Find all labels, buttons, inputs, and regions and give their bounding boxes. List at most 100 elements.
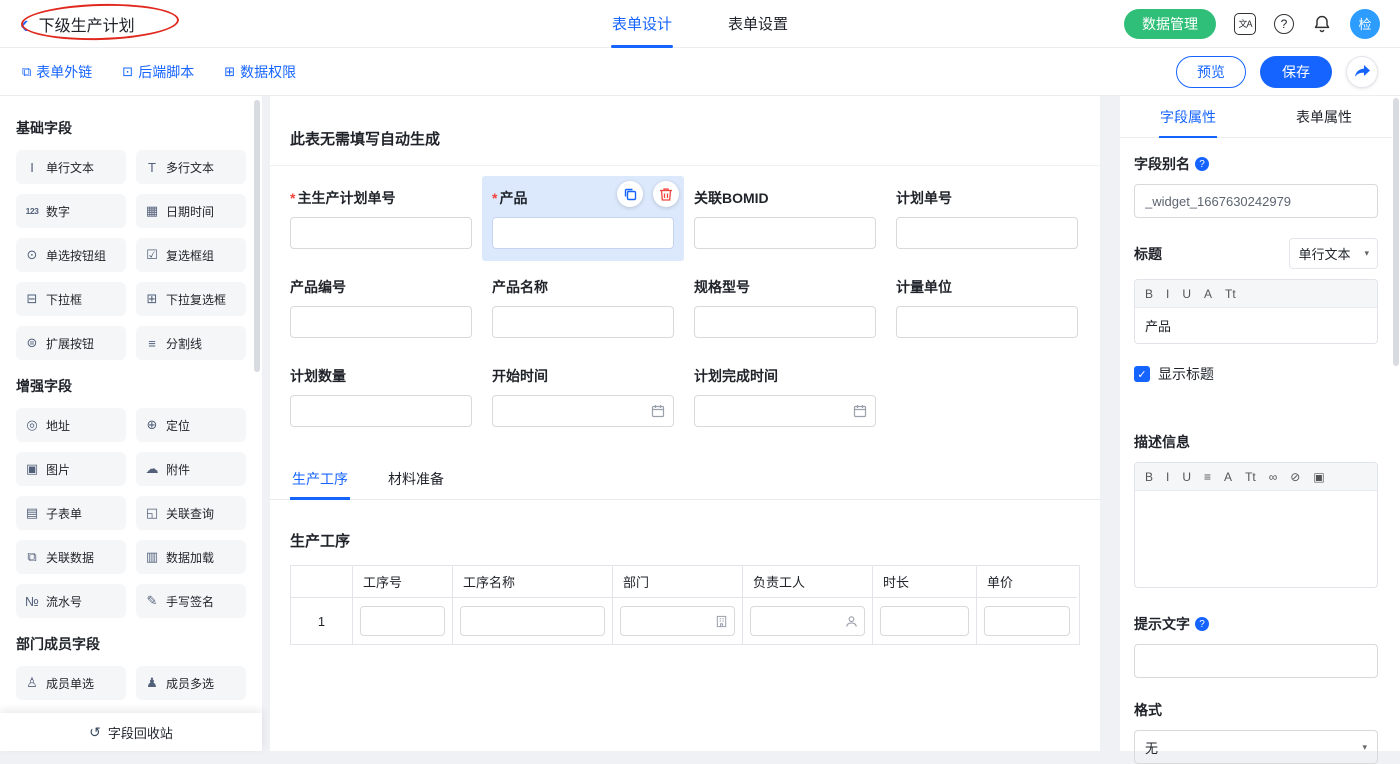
tab-material-prep[interactable]: 材料准备 xyxy=(386,461,446,499)
delete-field-button[interactable] xyxy=(653,181,679,207)
bell-icon[interactable] xyxy=(1312,14,1332,34)
bold-icon[interactable]: B xyxy=(1145,287,1153,301)
field-input[interactable] xyxy=(896,217,1078,249)
sidebar-field-item[interactable]: ☁附件 xyxy=(136,452,246,486)
field-input[interactable] xyxy=(694,217,876,249)
sidebar-field-item[interactable]: ♟成员多选 xyxy=(136,666,246,700)
format-select[interactable]: 无 ▾ xyxy=(1134,730,1378,764)
sidebar-field-item[interactable]: ⊞下拉复选框 xyxy=(136,282,246,316)
sidebar-field-item[interactable]: ◱关联查询 xyxy=(136,496,246,530)
data-manage-button[interactable]: 数据管理 xyxy=(1124,9,1216,39)
data-permission-link[interactable]: ⊞ 数据权限 xyxy=(224,62,296,82)
field-type-select[interactable]: 单行文本 ▾ xyxy=(1289,238,1378,269)
field-input[interactable] xyxy=(896,306,1078,338)
help-icon[interactable]: ? xyxy=(1274,14,1294,34)
cell-input[interactable] xyxy=(984,606,1070,636)
sidebar-field-item[interactable]: 123数字 xyxy=(16,194,126,228)
sidebar-field-item[interactable]: ◎地址 xyxy=(16,408,126,442)
save-button[interactable]: 保存 xyxy=(1260,56,1332,88)
date-field-input[interactable] xyxy=(694,395,876,427)
sidebar-field-item[interactable]: ⊙单选按钮组 xyxy=(16,238,126,272)
field-input[interactable] xyxy=(492,217,674,249)
form-field[interactable]: 产品编号 xyxy=(290,277,472,338)
sidebar-field-item[interactable]: ♙成员单选 xyxy=(16,666,126,700)
back-chevron-icon[interactable]: ‹ xyxy=(20,11,29,37)
underline-icon[interactable]: U xyxy=(1182,470,1191,484)
form-field[interactable]: 规格型号 xyxy=(694,277,876,338)
avatar[interactable]: 检 xyxy=(1350,9,1380,39)
sidebar-field-item[interactable]: ⧉关联数据 xyxy=(16,540,126,574)
form-field[interactable]: *主生产计划单号 xyxy=(290,188,472,249)
column-header: 时长 xyxy=(873,566,977,598)
font-size-icon[interactable]: Tt xyxy=(1225,287,1236,301)
date-field-input[interactable] xyxy=(492,395,674,427)
copy-field-button[interactable] xyxy=(617,181,643,207)
cell-input[interactable] xyxy=(360,606,445,636)
description-editor-content[interactable] xyxy=(1135,491,1377,587)
tab-production-process[interactable]: 生产工序 xyxy=(290,461,350,499)
field-input[interactable] xyxy=(290,217,472,249)
field-input[interactable] xyxy=(290,395,472,427)
italic-icon[interactable]: I xyxy=(1166,287,1169,301)
page-scrollbar-thumb[interactable] xyxy=(1393,98,1399,366)
insert-link-icon[interactable]: ∞ xyxy=(1269,470,1278,484)
bold-icon[interactable]: B xyxy=(1145,470,1153,484)
field-input[interactable] xyxy=(290,306,472,338)
sidebar-field-item[interactable]: ▦日期时间 xyxy=(136,194,246,228)
form-field[interactable]: 计量单位 xyxy=(896,277,1078,338)
font-color-icon[interactable]: A xyxy=(1204,287,1212,301)
hint-text-input[interactable] xyxy=(1134,644,1378,678)
preview-button[interactable]: 预览 xyxy=(1176,56,1246,88)
form-external-link[interactable]: ⧉ 表单外链 xyxy=(22,62,92,82)
remove-link-icon[interactable]: ⊘ xyxy=(1290,470,1300,484)
backend-script-link[interactable]: ⊡ 后端脚本 xyxy=(122,62,194,82)
sidebar-field-item[interactable]: ▥数据加载 xyxy=(136,540,246,574)
field-type-label: 子表单 xyxy=(46,505,82,522)
sidebar-field-item[interactable]: ⊟下拉框 xyxy=(16,282,126,316)
sidebar-field-item[interactable]: ⊜扩展按钮 xyxy=(16,326,126,360)
tab-form-properties[interactable]: 表单属性 xyxy=(1256,96,1392,137)
sidebar-field-item[interactable]: ≡分割线 xyxy=(136,326,246,360)
hint-help-icon[interactable]: ? xyxy=(1195,617,1209,631)
cell-input[interactable] xyxy=(460,606,605,636)
subform-table[interactable]: 工序号 工序名称 部门 负责工人 时长 单价 1 xyxy=(290,565,1080,645)
sidebar-field-item[interactable]: ▣图片 xyxy=(16,452,126,486)
italic-icon[interactable]: I xyxy=(1166,470,1169,484)
sidebar-field-item[interactable]: ▤子表单 xyxy=(16,496,126,530)
cell-input[interactable] xyxy=(880,606,969,636)
tab-form-settings[interactable]: 表单设置 xyxy=(728,0,788,48)
form-field[interactable]: 计划数量 xyxy=(290,366,472,427)
field-alias-input[interactable] xyxy=(1134,184,1378,218)
property-panel-tabs: 字段属性 表单属性 xyxy=(1120,96,1392,138)
field-recycle-bin[interactable]: ↺ 字段回收站 xyxy=(0,713,262,751)
worker-cell-input[interactable] xyxy=(750,606,865,636)
align-icon[interactable]: ≡ xyxy=(1204,470,1211,484)
sidebar-field-item[interactable]: №流水号 xyxy=(16,584,126,618)
underline-icon[interactable]: U xyxy=(1182,287,1191,301)
form-field-selected[interactable]: *产品 xyxy=(482,176,684,261)
insert-image-icon[interactable]: ▣ xyxy=(1313,470,1324,484)
form-field[interactable]: 产品名称 xyxy=(492,277,674,338)
form-field[interactable]: 关联BOMID xyxy=(694,188,876,249)
sidebar-scrollbar[interactable] xyxy=(254,100,260,372)
font-size-icon[interactable]: Tt xyxy=(1245,470,1256,484)
sidebar-field-item[interactable]: ✎手写签名 xyxy=(136,584,246,618)
field-input[interactable] xyxy=(694,306,876,338)
sidebar-field-item[interactable]: I单行文本 xyxy=(16,150,126,184)
department-cell-input[interactable] xyxy=(620,606,735,636)
form-field[interactable]: 计划单号 xyxy=(896,188,1078,249)
share-button[interactable] xyxy=(1346,56,1378,88)
alias-help-icon[interactable]: ? xyxy=(1195,157,1209,171)
show-title-checkbox[interactable]: ✓ xyxy=(1134,366,1150,382)
field-input[interactable] xyxy=(492,306,674,338)
tab-field-properties[interactable]: 字段属性 xyxy=(1120,96,1256,137)
sidebar-field-item[interactable]: ☑复选框组 xyxy=(136,238,246,272)
form-field[interactable]: 计划完成时间 xyxy=(694,366,876,427)
form-field[interactable]: 开始时间 xyxy=(492,366,674,427)
font-color-icon[interactable]: A xyxy=(1224,470,1232,484)
sidebar-field-item[interactable]: ⊕定位 xyxy=(136,408,246,442)
title-editor-content[interactable]: 产品 xyxy=(1135,308,1377,343)
translate-icon[interactable]: 文A xyxy=(1234,13,1256,35)
tab-form-design[interactable]: 表单设计 xyxy=(612,0,672,48)
sidebar-field-item[interactable]: T多行文本 xyxy=(136,150,246,184)
